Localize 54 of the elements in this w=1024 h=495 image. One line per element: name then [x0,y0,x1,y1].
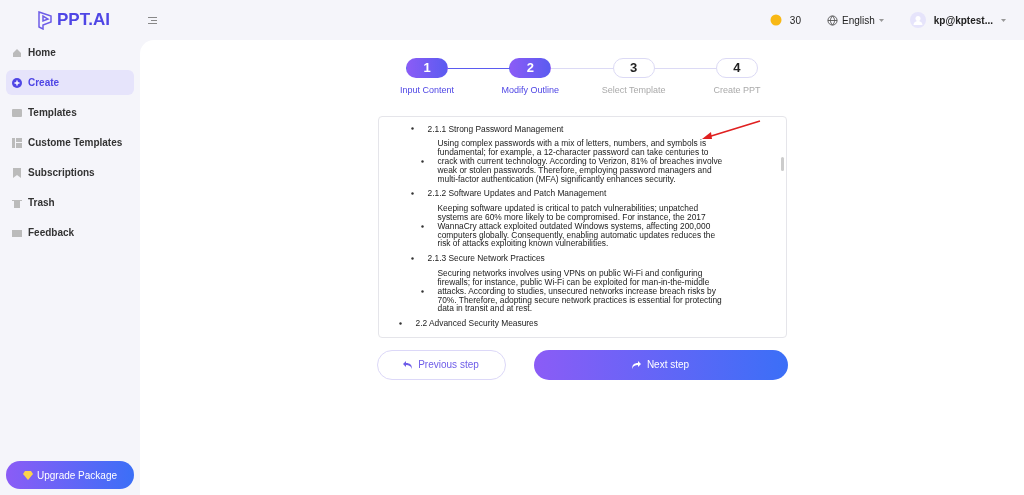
previous-step-button[interactable]: Previous step [376,349,506,380]
diamond-icon [22,470,33,480]
credit-count: 30 [789,13,801,28]
step-label: Create PPT [713,84,761,97]
annotation-arrow [700,119,762,141]
globe-icon [826,14,838,26]
bullet-icon [420,159,424,163]
outline-paragraph: Securing networks involves using VPNs on public Wi-Fi and configuring firewalls; for instance, public Wi-Fi can be exploited for man-in-the-middle attacks. According to studies, unsecured networks increase breach risks by 70%. Therefore, adopting secure network practices is essential for protecting data in transit and at rest. [437,269,723,314]
undo-arrow-icon [403,360,413,369]
step-label: Select Template [601,84,666,97]
outline-paragraph: Keeping software updated is critical to patch vulnerabilities; unpatched systems are 60% more likely to be compromised. For instance, the 2017 WannaCry attack exploited outdated Windows systems, affecting 200,000 computers globally. Consequently, enabling automatic updates reduces the risk of attacks exploiting known vulnerabilities. [437,204,717,249]
share-arrow-icon [631,360,641,369]
bookmark-icon [12,167,22,178]
menu-icon[interactable] [148,16,157,24]
outline-heading: 2.1.3 Secure Network Practices [427,254,545,264]
bullet-icon [410,127,414,131]
sidebar-item[interactable]: Subscriptions [6,160,134,185]
user-menu[interactable]: kp@kptest... [909,12,1006,28]
step-number[interactable]: 3 [612,58,655,78]
language-selector[interactable]: English [826,12,884,28]
sidebar-item[interactable]: Feedback [6,220,134,245]
outline-heading: 2.1.1 Strong Password Management [427,124,564,134]
avatar-icon [909,12,926,28]
caret-icon [878,18,884,22]
upgrade-package-button[interactable]: Upgrade Package [6,461,134,489]
outline-heading: 2.2 Advanced Security Measures [415,319,538,328]
step-number[interactable]: 1 [406,58,448,78]
sidebar-item[interactable]: Create [6,70,134,95]
step-number[interactable]: 4 [716,58,758,78]
outline-paragraph: Using complex passwords with a mix of letters, numbers, and symbols is fundamental; for example, a 12-character password can take centuries to crack with current technology. According to Verizon, 81% of breaches involve weak or stolen passwords. Therefore, employing password managers and multi-factor authentication (MFA) significantly enhances security. [437,139,724,184]
sidebar-item[interactable]: Home [6,40,134,65]
plus-icon [12,77,22,88]
scrollbar[interactable] [780,156,784,171]
sidebar-item[interactable]: Custome Templates [6,130,134,155]
caret-icon [1001,18,1006,22]
coin-icon [769,14,782,26]
bullet-icon [420,224,424,228]
step-label: Input Content [399,84,454,97]
outline-heading: 2.1.2 Software Updates and Patch Management [427,189,607,199]
bullet-icon [420,289,424,293]
outline-editor[interactable] [377,115,787,338]
bullet-icon [398,322,402,326]
step-number[interactable]: 2 [509,58,552,78]
bullet-icon [410,257,414,261]
sidebar-item[interactable]: Trash [6,190,134,215]
bullet-icon [410,192,414,196]
sidebar-item[interactable]: Templates [6,100,134,125]
home-icon [12,47,22,58]
trash-icon [12,197,22,208]
next-step-button[interactable]: Next step [533,349,788,380]
logo-text: PPT.AI [57,9,110,32]
step-label: Modify Outline [501,84,560,97]
layout-icon [12,137,22,148]
logo-icon [37,10,53,30]
